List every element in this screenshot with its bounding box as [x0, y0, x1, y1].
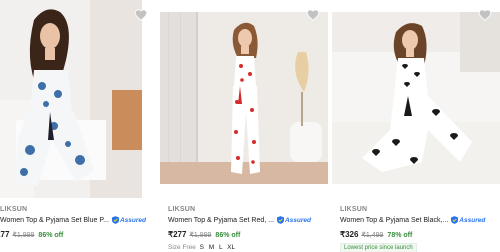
product-brand: LIKSUN: [0, 206, 28, 213]
product-discount: 78% off: [387, 232, 413, 239]
assured-label: Assured: [284, 216, 311, 224]
product-brand: LIKSUN: [168, 206, 196, 213]
product-mrp: ₹1,499: [361, 232, 384, 239]
product-image[interactable]: [332, 12, 500, 184]
product-title-row[interactable]: Women Top & Pyjama Set Black,... Assured: [340, 216, 485, 224]
assured-shield-icon: [451, 216, 459, 224]
assured-shield-icon: [276, 216, 284, 224]
assured-badge: Assured: [111, 216, 146, 224]
product-mrp: ₹1,999: [189, 232, 212, 239]
product-image[interactable]: [160, 12, 328, 184]
product-title-row[interactable]: Women Top & Pyjama Set Blue P... Assured: [0, 216, 146, 224]
product-image[interactable]: [0, 0, 142, 198]
heart-icon[interactable]: [134, 8, 148, 22]
product-card-3[interactable]: LIKSUN Women Top & Pyjama Set Black,... …: [332, 0, 500, 252]
product-discount: 86% off: [38, 232, 64, 239]
price-row: ₹277 ₹1,999 86% off: [168, 230, 240, 239]
product-price: ₹277: [168, 230, 187, 239]
product-price: ₹326: [340, 230, 359, 239]
product-discount: 86% off: [215, 232, 241, 239]
product-title-row[interactable]: Women Top & Pyjama Set Red, ... Assured: [168, 216, 311, 224]
product-title[interactable]: Women Top & Pyjama Set Red, ...: [168, 217, 274, 224]
size-values: S M L XL: [199, 244, 236, 251]
product-card-2[interactable]: LIKSUN Women Top & Pyjama Set Red, ... A…: [160, 0, 328, 251]
assured-label: Assured: [459, 216, 486, 224]
price-row: ₹326 ₹1,499 78% off: [340, 230, 412, 239]
heart-icon[interactable]: [306, 8, 320, 22]
size-label: Size Free: [168, 244, 196, 251]
product-mrp: ₹1,999: [12, 232, 35, 239]
assured-label: Assured: [119, 216, 146, 224]
assured-shield-icon: [111, 216, 119, 224]
product-card-1[interactable]: LIKSUN Women Top & Pyjama Set Blue P... …: [0, 0, 148, 239]
assured-badge: Assured: [451, 216, 485, 224]
product-brand: LIKSUN: [340, 206, 368, 213]
product-price: ₹277: [0, 230, 10, 239]
heart-icon[interactable]: [478, 8, 492, 22]
product-title[interactable]: Women Top & Pyjama Set Black,...: [340, 217, 448, 224]
size-options: Size Free S M L XL: [168, 244, 235, 251]
price-row: ₹277 ₹1,999 86% off: [0, 230, 63, 239]
product-title[interactable]: Women Top & Pyjama Set Blue P...: [0, 217, 109, 224]
lowest-price-badge: Lowest price since launch: [340, 243, 417, 252]
assured-badge: Assured: [276, 216, 311, 224]
